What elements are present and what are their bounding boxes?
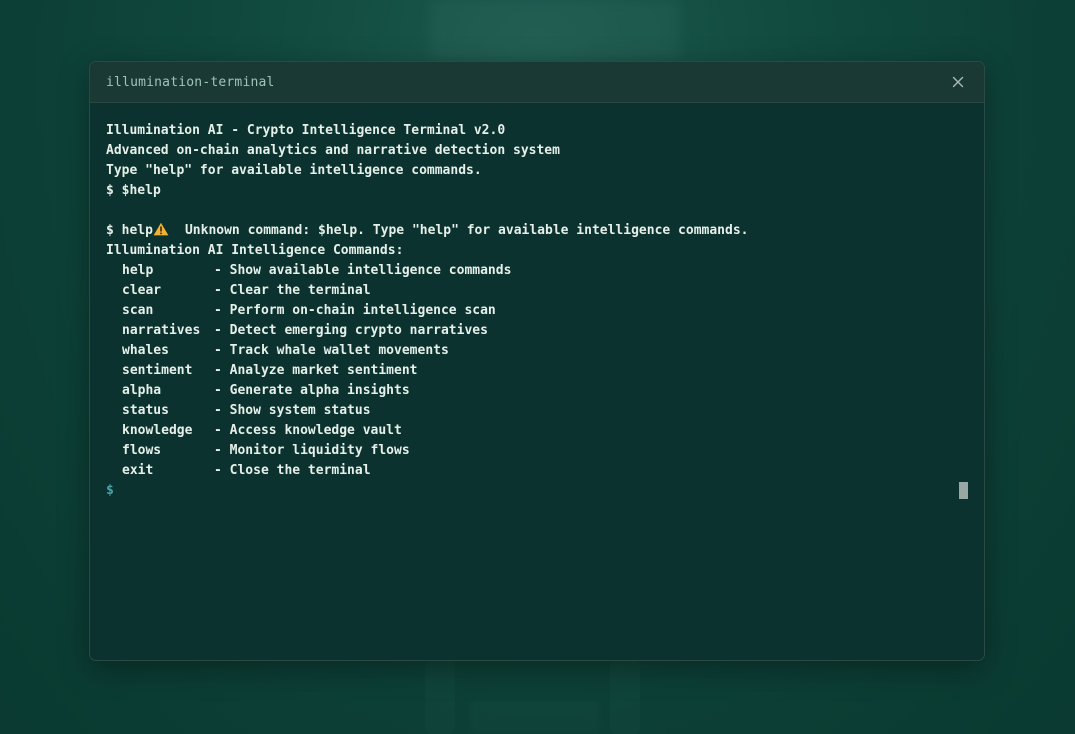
warning-line: Unknown command: $help. Type "help" for …: [106, 201, 968, 238]
command-description: - Show system status: [214, 403, 371, 418]
command-row: scan - Perform on-chain intelligence scan: [106, 301, 968, 321]
background-shape-right: [610, 660, 640, 734]
command-description: - Generate alpha insights: [214, 383, 410, 398]
prompt-symbol: $: [106, 483, 114, 498]
terminal-window: illumination-terminal Illumination AI - …: [89, 61, 985, 661]
command-row: sentiment - Analyze market sentiment: [106, 361, 968, 381]
close-icon: [952, 76, 964, 88]
command-name: sentiment: [122, 363, 193, 378]
warning-icon: [153, 222, 169, 236]
background-blur-shape: [430, 0, 680, 60]
command-row: status - Show system status: [106, 401, 968, 421]
background-shape-bottom: [470, 700, 600, 734]
history-line: $ $help: [106, 183, 161, 198]
command-name: help: [122, 263, 154, 278]
command-name: knowledge: [122, 423, 193, 438]
command-name: flows: [122, 443, 162, 458]
intro-line: Type "help" for available intelligence c…: [106, 163, 482, 178]
command-input[interactable]: [122, 481, 944, 501]
command-row: narratives - Detect emerging crypto narra…: [106, 321, 968, 341]
command-row: alpha - Generate alpha insights: [106, 381, 968, 401]
terminal-titlebar: illumination-terminal: [90, 62, 984, 103]
commands-header: Illumination AI Intelligence Commands:: [106, 243, 404, 258]
command-description: - Track whale wallet movements: [214, 343, 449, 358]
command-name: whales: [122, 343, 169, 358]
command-row: exit - Close the terminal: [106, 461, 968, 481]
warning-text: Unknown command: $help. Type "help" for …: [184, 223, 749, 238]
text-cursor: [959, 482, 968, 499]
command-row: help - Show available intelligence comman…: [106, 261, 968, 281]
command-description: - Close the terminal: [214, 463, 371, 478]
prompt-line: $: [106, 481, 968, 501]
command-row: whales - Track whale wallet movements: [106, 341, 968, 361]
command-description: - Show available intelligence commands: [214, 263, 512, 278]
command-description: - Analyze market sentiment: [214, 363, 418, 378]
command-name: alpha: [122, 383, 162, 398]
background-shape-left: [425, 660, 455, 734]
command-name: scan: [122, 303, 154, 318]
command-description: - Access knowledge vault: [214, 423, 402, 438]
command-name: clear: [122, 283, 162, 298]
close-button[interactable]: [949, 73, 967, 91]
command-description: - Perform on-chain intelligence scan: [214, 303, 496, 318]
intro-line: Advanced on-chain analytics and narrativ…: [106, 143, 560, 158]
intro-line: Illumination AI - Crypto Intelligence Te…: [106, 123, 506, 138]
window-title: illumination-terminal: [106, 74, 275, 90]
command-description: - Monitor liquidity flows: [214, 443, 410, 458]
command-name: status: [122, 403, 169, 418]
terminal-output: Illumination AI - Crypto Intelligence Te…: [90, 103, 984, 501]
command-description: - Detect emerging crypto narratives: [214, 323, 488, 338]
command-row: flows - Monitor liquidity flows: [106, 441, 968, 461]
command-row: knowledge - Access knowledge vault: [106, 421, 968, 441]
command-description: - Clear the terminal: [214, 283, 371, 298]
command-name: narratives: [122, 323, 201, 338]
command-name: exit: [122, 463, 154, 478]
command-row: clear - Clear the terminal: [106, 281, 968, 301]
